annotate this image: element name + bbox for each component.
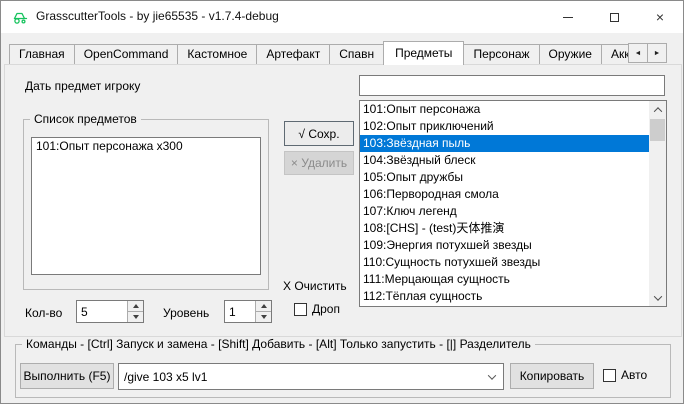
level-spinner bbox=[224, 300, 272, 323]
run-button[interactable]: Выполнить (F5) bbox=[20, 363, 114, 389]
list-item[interactable]: 101:Опыт персонажа bbox=[360, 101, 649, 118]
list-item[interactable]: 110:Сущность потухшей звезды bbox=[360, 254, 649, 271]
level-input[interactable] bbox=[225, 301, 254, 322]
list-item[interactable]: 105:Опыт дружбы bbox=[360, 169, 649, 186]
count-down-icon[interactable] bbox=[128, 311, 143, 322]
copy-button[interactable]: Копировать bbox=[510, 363, 594, 389]
drop-checkbox-label: Дроп bbox=[312, 302, 340, 316]
count-spinner bbox=[76, 300, 144, 323]
list-item[interactable]: 109:Энергия потухшей звезды bbox=[360, 237, 649, 254]
count-input[interactable] bbox=[77, 301, 126, 322]
command-combobox bbox=[118, 363, 504, 390]
list-item[interactable]: 106:Первородная смола bbox=[360, 186, 649, 203]
tab-kastomnoe[interactable]: Кастомное bbox=[178, 44, 257, 65]
app-window: GrasscutterTools - by jie65535 - v1.7.4-… bbox=[0, 0, 684, 404]
combo-dropdown-icon[interactable] bbox=[481, 364, 503, 389]
item-search-input[interactable] bbox=[359, 75, 665, 96]
tab-strip: Главная OpenCommand Кастомное Артефакт С… bbox=[9, 41, 629, 65]
item-list-scrollbar[interactable] bbox=[649, 101, 666, 306]
list-item[interactable]: 108:[CHS] - (test)天体推演 bbox=[360, 220, 649, 237]
auto-checkbox-label: Авто bbox=[621, 368, 647, 382]
list-item[interactable]: 112:Тёплая сущность bbox=[360, 288, 649, 305]
command-input[interactable] bbox=[119, 364, 481, 389]
close-icon[interactable]: × bbox=[637, 1, 683, 33]
title-bar: GrasscutterTools - by jie65535 - v1.7.4-… bbox=[1, 1, 683, 33]
count-label: Кол-во bbox=[25, 306, 62, 320]
list-item[interactable]: 111:Мерцающая сущность bbox=[360, 271, 649, 288]
drop-checkbox-box[interactable] bbox=[294, 303, 307, 316]
tab-scroll-buttons: ◄ ► bbox=[629, 43, 667, 63]
saved-items-list[interactable]: 101:Опыт персонажа x300 bbox=[31, 137, 261, 275]
maximize-icon[interactable] bbox=[591, 1, 637, 33]
scroll-up-icon[interactable] bbox=[649, 101, 666, 118]
scrollbar-thumb[interactable] bbox=[650, 119, 665, 141]
list-item[interactable]: 102:Опыт приключений bbox=[360, 118, 649, 135]
auto-checkbox-box[interactable] bbox=[603, 369, 616, 382]
tab-scroll-right-icon[interactable]: ► bbox=[647, 43, 667, 63]
save-button[interactable]: √ Сохр. bbox=[284, 121, 354, 146]
minimize-icon[interactable] bbox=[545, 1, 591, 33]
list-item[interactable]: 104:Звёздный блеск bbox=[360, 152, 649, 169]
commands-group-title: Команды - [Ctrl] Запуск и замена - [Shif… bbox=[22, 337, 535, 351]
count-up-icon[interactable] bbox=[128, 301, 143, 311]
item-list: 101:Опыт персонажа 102:Опыт приключений … bbox=[359, 100, 667, 307]
tab-opencommand[interactable]: OpenCommand bbox=[75, 44, 179, 65]
level-up-icon[interactable] bbox=[256, 301, 271, 311]
item-list-rows: 101:Опыт персонажа 102:Опыт приключений … bbox=[360, 101, 649, 306]
drop-checkbox[interactable]: Дроп bbox=[294, 302, 340, 316]
tab-predmety[interactable]: Предметы bbox=[383, 41, 464, 65]
window-title: GrasscutterTools - by jie65535 - v1.7.4-… bbox=[36, 1, 279, 32]
auto-checkbox[interactable]: Авто bbox=[603, 368, 647, 382]
scroll-down-icon[interactable] bbox=[649, 289, 666, 306]
tab-oruzhie[interactable]: Оружие bbox=[540, 44, 602, 65]
commands-group: Команды - [Ctrl] Запуск и замена - [Shif… bbox=[15, 344, 671, 398]
window-controls: × bbox=[545, 1, 683, 33]
saved-list-item[interactable]: 101:Опыт персонажа x300 bbox=[32, 138, 260, 155]
tab-personazh[interactable]: Персонаж bbox=[464, 44, 539, 65]
delete-button[interactable]: × Удалить bbox=[284, 151, 354, 175]
app-logo-icon bbox=[12, 9, 29, 26]
level-down-icon[interactable] bbox=[256, 311, 271, 322]
tab-akkaunt[interactable]: Аккаунт bbox=[602, 44, 629, 65]
tab-artefakt[interactable]: Артефакт bbox=[257, 44, 330, 65]
level-label: Уровень bbox=[163, 306, 209, 320]
tab-spavn[interactable]: Спавн bbox=[330, 44, 384, 65]
give-item-label: Дать предмет игроку bbox=[25, 79, 140, 93]
tab-scroll-left-icon[interactable]: ◄ bbox=[628, 43, 648, 63]
saved-items-group-title: Список предметов bbox=[30, 112, 141, 126]
clear-button[interactable]: X Очистить bbox=[283, 279, 347, 293]
saved-items-group: Список предметов 101:Опыт персонажа x300 bbox=[23, 119, 269, 290]
tab-glavnaya[interactable]: Главная bbox=[9, 44, 75, 65]
list-item-selected[interactable]: 103:Звёздная пыль bbox=[360, 135, 649, 152]
list-item[interactable]: 107:Ключ легенд bbox=[360, 203, 649, 220]
